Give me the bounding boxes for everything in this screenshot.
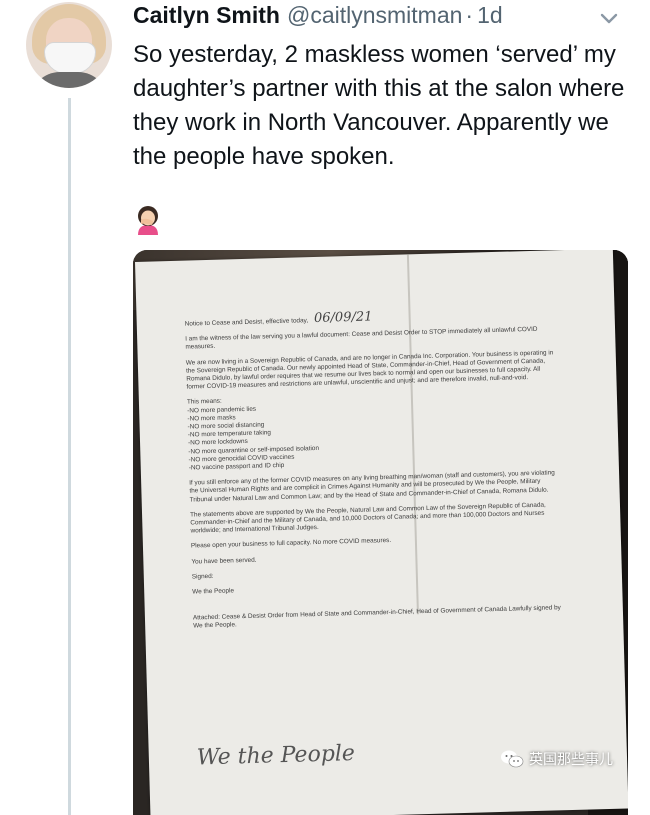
letter-title-line: Notice to Cease and Desist, effective to… <box>185 308 557 329</box>
thread-line <box>68 98 71 815</box>
letter-body: Notice to Cease and Desist, effective to… <box>185 308 566 638</box>
letter-republic: We are now living in a Sovereign Republi… <box>185 348 554 391</box>
separator-dot: · <box>465 2 474 28</box>
watermark: 英国那些事儿 <box>500 746 613 772</box>
letter-enforce: If you still enforce any of the former C… <box>189 469 555 504</box>
cease-and-desist-letter: Notice to Cease and Desist, effective to… <box>135 250 628 815</box>
attached-photo[interactable]: Notice to Cease and Desist, effective to… <box>133 250 628 815</box>
letter-witness: I am the witness of the law serving you … <box>185 325 538 352</box>
avatar-mask <box>44 42 96 74</box>
letter-we-the-people: We the People <box>192 587 235 596</box>
letter-statements: The statements above are supported by We… <box>189 501 546 535</box>
avatar[interactable] <box>26 2 112 88</box>
handwritten-signature: We the People <box>196 741 356 771</box>
tweet-text: So yesterday, 2 maskless women ‘served’ … <box>133 41 625 170</box>
letter-attached: Attached: Cease & Desist Order from Head… <box>192 604 561 631</box>
tweet-header: Caitlyn Smith @caitlynsmitman · 1d <box>133 2 503 32</box>
chevron-down-icon[interactable] <box>598 10 620 28</box>
author-name[interactable]: Caitlyn Smith <box>133 2 280 29</box>
wechat-icon <box>501 750 524 768</box>
woman-facepalming-emoji-icon <box>138 206 158 235</box>
watermark-label: 英国那些事儿 <box>529 751 613 767</box>
avatar-shirt <box>30 72 108 88</box>
handwritten-date: 06/09/21 <box>313 309 373 327</box>
timestamp[interactable]: 1d <box>477 2 503 29</box>
author-handle[interactable]: @caitlynsmitman <box>287 2 462 29</box>
letter-title: Notice to Cease and Desist, effective to… <box>184 317 309 328</box>
